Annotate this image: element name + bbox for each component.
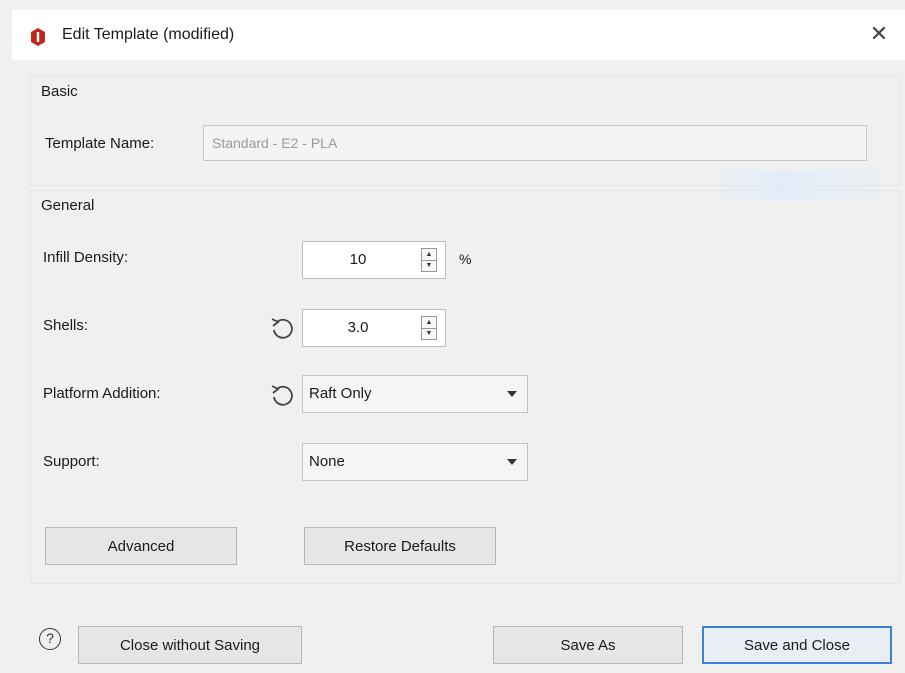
infill-density-label: Infill Density:: [43, 249, 129, 266]
platform-addition-label: Platform Addition:: [43, 385, 161, 402]
chevron-down-icon: [507, 459, 517, 465]
shells-reset-icon[interactable]: [269, 315, 295, 341]
edit-template-dialog: Edit Template (modified) ✕ Basic Templat…: [12, 10, 905, 673]
help-icon[interactable]: ?: [39, 628, 61, 650]
infill-density-spinbox[interactable]: 10 ▲ ▼: [302, 241, 446, 279]
template-name-label: Template Name:: [45, 135, 155, 152]
shells-spinbox[interactable]: 3.0 ▲ ▼: [302, 309, 446, 347]
dialog-title: Edit Template (modified): [62, 26, 235, 43]
decrement-arrow-icon[interactable]: ▼: [422, 328, 436, 339]
save-and-close-button[interactable]: Save and Close: [702, 626, 892, 664]
support-label: Support:: [43, 453, 100, 470]
app-logo-icon: [31, 28, 45, 46]
basic-group-title: Basic: [41, 83, 78, 100]
platform-addition-dropdown[interactable]: Raft Only: [302, 375, 528, 413]
chevron-down-icon: [507, 391, 517, 397]
title-bar: Edit Template (modified) ✕: [12, 10, 905, 60]
shells-value[interactable]: 3.0: [303, 310, 413, 346]
support-value: None: [309, 453, 345, 470]
close-icon[interactable]: ✕: [867, 22, 891, 46]
platform-addition-reset-icon[interactable]: [269, 382, 295, 408]
advanced-button[interactable]: Advanced: [45, 527, 237, 565]
template-name-input[interactable]: Standard - E2 - PLA: [203, 125, 867, 161]
save-as-button[interactable]: Save As: [493, 626, 683, 664]
background-tooltip-ghost: [702, 170, 902, 200]
general-group: General Infill Density: 10 ▲ ▼ % Shells:…: [30, 190, 900, 584]
decrement-arrow-icon[interactable]: ▼: [422, 260, 436, 271]
infill-density-unit: %: [459, 251, 472, 267]
close-without-saving-button[interactable]: Close without Saving: [78, 626, 302, 664]
restore-defaults-button[interactable]: Restore Defaults: [304, 527, 496, 565]
infill-density-stepper[interactable]: ▲ ▼: [421, 248, 437, 272]
support-dropdown[interactable]: None: [302, 443, 528, 481]
general-group-title: General: [41, 197, 95, 214]
infill-density-value[interactable]: 10: [303, 242, 413, 278]
shells-label: Shells:: [43, 317, 89, 334]
platform-addition-value: Raft Only: [309, 385, 372, 402]
shells-stepper[interactable]: ▲ ▼: [421, 316, 437, 340]
